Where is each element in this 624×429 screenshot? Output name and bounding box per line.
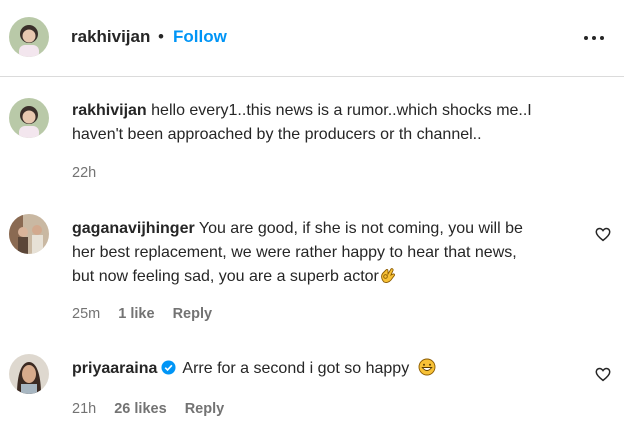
more-horizontal-icon[interactable] bbox=[582, 28, 606, 48]
follow-button[interactable]: Follow bbox=[173, 27, 227, 47]
comment-likes[interactable]: 26 likes bbox=[114, 401, 166, 417]
comment-username[interactable]: gaganavijhinger bbox=[72, 220, 195, 237]
comment-likes[interactable]: 1 like bbox=[118, 306, 154, 322]
comment-username[interactable]: priyaaraina bbox=[72, 360, 157, 377]
comment-body-line: haven't been approached by the producers… bbox=[72, 126, 482, 143]
comment-text: rakhivijan hello every1..this news is a … bbox=[72, 99, 532, 147]
post-header: rakhivijan • Follow bbox=[0, 0, 624, 77]
reply-button[interactable]: Reply bbox=[185, 401, 225, 417]
avatar[interactable] bbox=[9, 354, 49, 394]
comment-body-line: hello every1..this news is a rumor..whic… bbox=[151, 102, 532, 119]
comment-meta: 21h 26 likes Reply bbox=[72, 401, 238, 417]
reply-button[interactable]: Reply bbox=[173, 306, 213, 322]
avatar[interactable] bbox=[9, 98, 49, 138]
separator-dot: • bbox=[158, 27, 164, 46]
avatar[interactable] bbox=[9, 17, 49, 57]
header-username[interactable]: rakhivijan bbox=[71, 27, 150, 47]
comment-meta: 25m 1 like Reply bbox=[72, 306, 226, 322]
comment-body-line: her best replacement, we were rather hap… bbox=[72, 244, 517, 261]
heart-icon[interactable] bbox=[594, 225, 612, 243]
verified-badge-icon bbox=[161, 360, 176, 375]
comment-text: gaganavijhinger You are good, if she is … bbox=[72, 217, 582, 289]
comment-body-line: You are good, if she is not coming, you … bbox=[198, 220, 523, 237]
comment-time[interactable]: 22h bbox=[72, 165, 96, 181]
grinning-face-emoji bbox=[418, 358, 436, 376]
ok-hand-emoji bbox=[381, 268, 395, 283]
comment-body-line: but now feeling sad, you are a superb ac… bbox=[72, 268, 379, 285]
avatar[interactable] bbox=[9, 214, 49, 254]
comment-username[interactable]: rakhivijan bbox=[72, 102, 147, 119]
comment-meta: 22h bbox=[72, 165, 110, 181]
comment-time[interactable]: 21h bbox=[72, 401, 96, 417]
comment-body-line: Arre for a second i got so happy bbox=[182, 360, 410, 377]
heart-icon[interactable] bbox=[594, 365, 612, 383]
comment-time[interactable]: 25m bbox=[72, 306, 100, 322]
comment-text: priyaaraina Arre for a second i got so h… bbox=[72, 357, 436, 381]
